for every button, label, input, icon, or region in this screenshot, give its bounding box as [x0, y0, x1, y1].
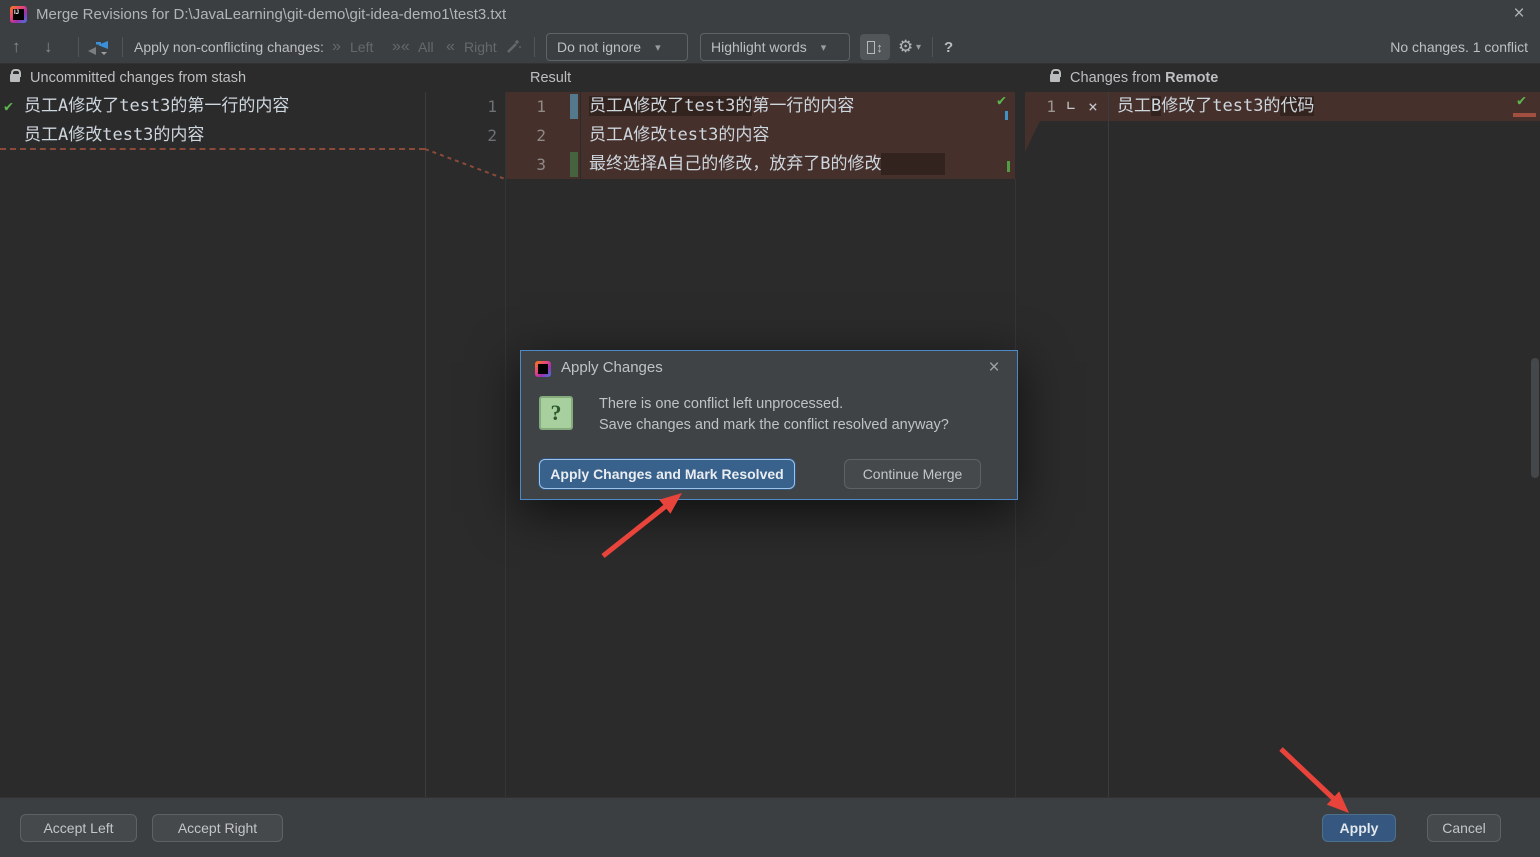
right-panel-header-emphasis: Remote	[1165, 70, 1218, 86]
center-gutter-line-number: 2	[506, 121, 546, 150]
result-line-3-text: 最终选择A自己的修改，放弃了B的修改	[589, 154, 881, 174]
lock-icon	[1050, 74, 1060, 82]
settings-gear-icon[interactable]: ⚙	[898, 30, 913, 64]
apply-right-button[interactable]: Right	[464, 30, 497, 64]
conflict-dashed-divider	[0, 148, 425, 150]
dialog-message-line-1: There is one conflict left unprocessed.	[599, 396, 843, 412]
left-change-chip[interactable]	[570, 94, 578, 119]
highlight-policy-select[interactable]: Highlight words ▾	[700, 33, 850, 61]
apply-button[interactable]: Apply	[1322, 814, 1396, 842]
next-change-button[interactable]: ↓	[44, 30, 68, 64]
ignore-policy-value: Do not ignore	[557, 39, 641, 55]
word-diff-highlight: B	[1151, 96, 1161, 116]
right-panel-header: Changes from Remote	[1050, 64, 1218, 92]
lock-icon	[10, 74, 20, 82]
dialog-close-button[interactable]: ×	[981, 355, 1007, 381]
chevron-down-icon: ▾	[655, 41, 661, 54]
window-title: Merge Revisions for D:\JavaLearning\git-…	[36, 0, 506, 30]
apply-all-nonconflicting-icon[interactable]	[86, 30, 116, 64]
question-icon: ?	[539, 396, 573, 430]
apply-nonconflicting-label: Apply non-conflicting changes:	[134, 30, 324, 64]
panel-divider	[425, 92, 426, 797]
vertical-scrollbar[interactable]	[1531, 358, 1539, 478]
center-panel-header: Result	[530, 64, 571, 92]
toolbar-separator	[932, 37, 933, 57]
bottom-action-bar: Accept Left Accept Right Apply Cancel	[0, 797, 1540, 857]
right-gutter-line-number: 1	[1042, 92, 1056, 121]
trailing-space-highlight	[881, 153, 945, 175]
apply-left-button[interactable]: Left	[350, 30, 373, 64]
apply-changes-and-mark-resolved-button[interactable]: Apply Changes and Mark Resolved	[539, 459, 795, 489]
merge-revisions-window: IJ Merge Revisions for D:\JavaLearning\g…	[0, 0, 1540, 857]
apply-left-chevrons-icon: »	[332, 30, 341, 64]
left-panel-header-label: Uncommitted changes from stash	[30, 70, 246, 86]
merge-toolbar: ↑ ↓ Apply non-conflicting changes: » Lef…	[0, 30, 1540, 64]
apply-all-chevrons-icon: »«	[392, 30, 410, 64]
right-change-chip[interactable]	[570, 152, 578, 177]
center-gutter-line-number: 3	[506, 150, 546, 179]
change-marker-blue	[1005, 111, 1008, 120]
remote-line-1-seg: 修改了test3的	[1161, 96, 1280, 116]
previous-change-button[interactable]: ↑	[12, 30, 36, 64]
applied-check-icon: ✔	[1517, 91, 1526, 109]
ignore-change-icon[interactable]: ×	[1084, 92, 1102, 121]
panel-headers: Uncommitted changes from stash Result Ch…	[0, 64, 1540, 92]
dialog-message-line-2: Save changes and mark the conflict resol…	[599, 417, 949, 433]
apply-all-button[interactable]: All	[418, 30, 434, 64]
editor-pane-icon	[867, 41, 875, 54]
intellij-logo-icon: IJ	[10, 6, 27, 23]
changes-status-text: No changes. 1 conflict	[1390, 30, 1528, 64]
ignore-policy-select[interactable]: Do not ignore ▾	[546, 33, 688, 61]
remote-line-1[interactable]: 员工B修改了test3的代码	[1117, 92, 1314, 121]
remote-line-1-seg: 员工	[1117, 96, 1151, 116]
conflict-connector-dashes	[425, 92, 505, 187]
toolbar-separator	[78, 37, 79, 57]
right-panel-header-label: Changes from	[1070, 70, 1165, 86]
gear-chevron-down-icon: ▾	[916, 30, 921, 64]
left-panel-header: Uncommitted changes from stash	[10, 64, 246, 92]
result-line-1-rest: 第一行的内容	[752, 96, 854, 116]
vertical-arrows-icon: ↕	[876, 40, 883, 55]
left-line-2[interactable]: 员工A修改test3的内容	[24, 121, 204, 150]
toolbar-separator	[122, 37, 123, 57]
chevron-down-icon: ▾	[821, 41, 827, 54]
word-diff-highlight: 代码	[1280, 96, 1314, 116]
help-button[interactable]: ?	[944, 30, 953, 64]
error-stripe-conflict-mark	[1513, 113, 1536, 117]
left-line-1[interactable]: 员工A修改了test3的第一行的内容	[24, 92, 289, 121]
intellij-logo-icon	[535, 361, 551, 377]
magic-resolve-icon[interactable]	[504, 30, 528, 64]
center-panel-header-label: Result	[530, 70, 571, 86]
toolbar-separator	[534, 37, 535, 57]
title-bar: IJ Merge Revisions for D:\JavaLearning\g…	[0, 0, 1540, 30]
result-line-2[interactable]: 员工A修改test3的内容	[589, 121, 769, 150]
applied-check-icon: ✔	[997, 91, 1006, 109]
result-line-1[interactable]: 员工A修改了test3的第一行的内容	[589, 92, 854, 121]
collapse-unchanged-toggle[interactable]: ↕	[860, 34, 890, 60]
panel-divider	[1108, 92, 1109, 797]
center-gutter-line-number: 1	[506, 92, 546, 121]
dialog-title: Apply Changes	[561, 359, 663, 376]
accept-left-button[interactable]: Accept Left	[20, 814, 137, 842]
continue-merge-button[interactable]: Continue Merge	[844, 459, 981, 489]
accept-right-button[interactable]: Accept Right	[152, 814, 283, 842]
panel-divider	[505, 92, 506, 797]
accept-change-icon[interactable]: ∟	[1062, 92, 1080, 121]
cancel-button[interactable]: Cancel	[1427, 814, 1501, 842]
window-close-button[interactable]: ×	[1504, 0, 1534, 30]
applied-check-icon: ✔	[4, 92, 13, 121]
apply-right-chevrons-icon: «	[446, 30, 455, 64]
word-diff-highlight: 员工A修改了test3的	[589, 96, 752, 116]
highlight-policy-value: Highlight words	[711, 39, 807, 55]
apply-changes-dialog: Apply Changes × ? There is one conflict …	[520, 350, 1018, 500]
result-line-3[interactable]: 最终选择A自己的修改，放弃了B的修改	[589, 150, 945, 179]
change-marker-green	[1007, 161, 1010, 172]
